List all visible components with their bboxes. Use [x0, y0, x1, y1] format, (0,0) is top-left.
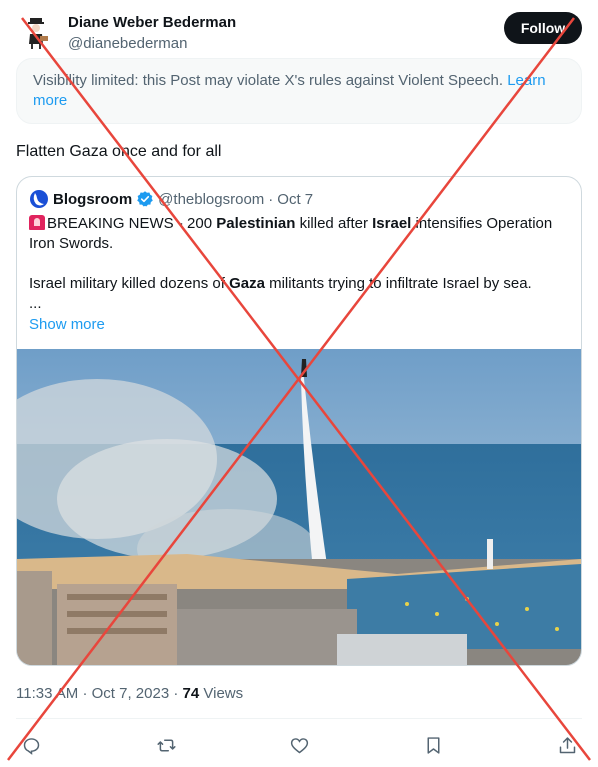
quote-date[interactable]: Oct 7 [277, 191, 313, 208]
separator-dot: · [268, 190, 274, 208]
quote-author-name[interactable]: Blogsroom [53, 191, 132, 208]
quote-line-2: Israel military killed dozens of Gaza mi… [29, 275, 532, 292]
reply-icon [23, 737, 39, 755]
tweet-date[interactable]: Oct 7, 2023 [92, 685, 170, 702]
show-more-link[interactable]: Show more [29, 316, 105, 333]
quote-body: BREAKING NEWS - 200 Palestinian killed a… [29, 214, 569, 314]
tweet-time[interactable]: 11:33 AM [16, 685, 78, 702]
action-bar [16, 730, 582, 760]
repost-button[interactable] [151, 730, 181, 760]
quote-media-image[interactable] [17, 349, 581, 666]
like-icon [290, 737, 308, 753]
blogsroom-logo-icon [30, 190, 48, 208]
siren-icon [29, 215, 45, 230]
visibility-notice: Visibility limited: this Post may violat… [16, 58, 582, 124]
views-label: Views [203, 685, 244, 702]
quote-author-handle[interactable]: @theblogsroom [158, 191, 264, 208]
divider [16, 718, 582, 719]
reply-button[interactable] [16, 730, 46, 760]
views-count: 74 [182, 685, 200, 702]
quote-line-1: BREAKING NEWS - 200 Palestinian killed a… [29, 215, 553, 252]
share-button[interactable] [552, 730, 582, 760]
tweet-header: Diane Weber Bederman @dianebederman Foll… [16, 10, 582, 58]
meta-separator: · [173, 685, 179, 702]
notice-text: Visibility limited: this Post may violat… [33, 72, 504, 89]
like-button[interactable] [284, 730, 314, 760]
bookmark-icon [427, 736, 439, 754]
avatar[interactable] [16, 12, 56, 52]
meta-separator: · [82, 685, 88, 702]
quote-ellipsis: ... [29, 295, 42, 312]
quote-header: Blogsroom @theblogsroom · Oct 7 [29, 189, 313, 209]
follow-button[interactable]: Follow [504, 12, 582, 44]
tweet-meta: 11:33 AM · Oct 7, 2023 · 74 Views [16, 685, 243, 702]
bookmark-button[interactable] [418, 730, 448, 760]
tweet-text: Flatten Gaza once and for all [16, 143, 222, 160]
share-icon [559, 736, 575, 753]
author-name[interactable]: Diane Weber Bederman [68, 14, 236, 31]
repost-icon [156, 739, 176, 751]
verified-badge-icon [137, 191, 153, 207]
author-handle[interactable]: @dianebederman [68, 35, 187, 52]
quoted-tweet[interactable]: Blogsroom @theblogsroom · Oct 7 BREAKING… [16, 176, 582, 666]
